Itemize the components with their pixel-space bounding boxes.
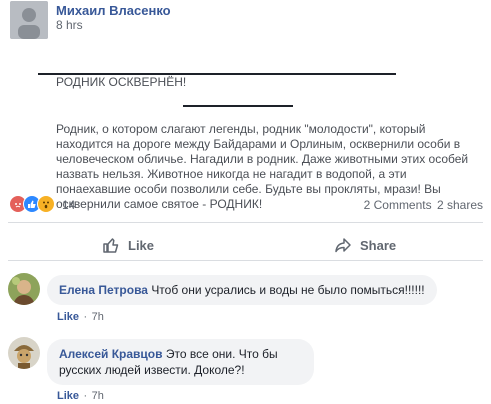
author-avatar[interactable]	[10, 1, 48, 39]
comment-author[interactable]: Елена Петрова	[59, 283, 148, 297]
comment-author[interactable]: Алексей Кравцов	[59, 347, 163, 361]
post-stats: 2 Comments 2 shares	[362, 198, 483, 212]
share-label: Share	[360, 237, 397, 253]
comment-separator: ·	[83, 311, 88, 323]
comment-text: Чтоб они усрались и воды не было помытьс…	[151, 283, 425, 297]
hand-drawn-underline	[38, 73, 396, 75]
commenter-avatar[interactable]	[8, 273, 40, 305]
comment-actions: Like · 7h	[57, 386, 104, 404]
reactions-summary[interactable]	[9, 195, 55, 213]
commenter-avatar[interactable]	[8, 337, 40, 369]
divider	[8, 260, 483, 261]
comment-timestamp[interactable]: 7h	[92, 311, 104, 323]
comment-bubble: Елена Петрова Чтоб они усрались и воды н…	[47, 275, 437, 305]
reaction-count[interactable]: 14	[62, 198, 75, 212]
post-timestamp[interactable]: 8 hrs	[56, 18, 83, 32]
comments-count[interactable]: 2 Comments	[364, 198, 432, 212]
divider	[8, 222, 483, 223]
comment-like-link[interactable]: Like	[57, 311, 79, 323]
post-headline: РОДНИК ОСКВЕРНЁН!	[56, 75, 187, 89]
comment-actions: Like · 7h	[57, 307, 104, 325]
post-author[interactable]: Михаил Власенко	[56, 3, 171, 18]
share-arrow-icon	[335, 238, 351, 253]
share-button[interactable]: Share	[334, 236, 396, 254]
comment-like-link[interactable]: Like	[57, 390, 79, 402]
comment-separator: ·	[83, 390, 88, 402]
comment-bubble: Алексей Кравцов Это все они. Что бы русс…	[47, 339, 314, 385]
like-label: Like	[128, 237, 155, 253]
thumbs-up-icon	[103, 238, 119, 253]
like-button[interactable]: Like	[102, 236, 154, 254]
hand-drawn-underline	[183, 105, 293, 107]
wow-icon	[37, 195, 55, 213]
comment-timestamp[interactable]: 7h	[92, 390, 104, 402]
shares-count[interactable]: 2 shares	[437, 198, 483, 212]
